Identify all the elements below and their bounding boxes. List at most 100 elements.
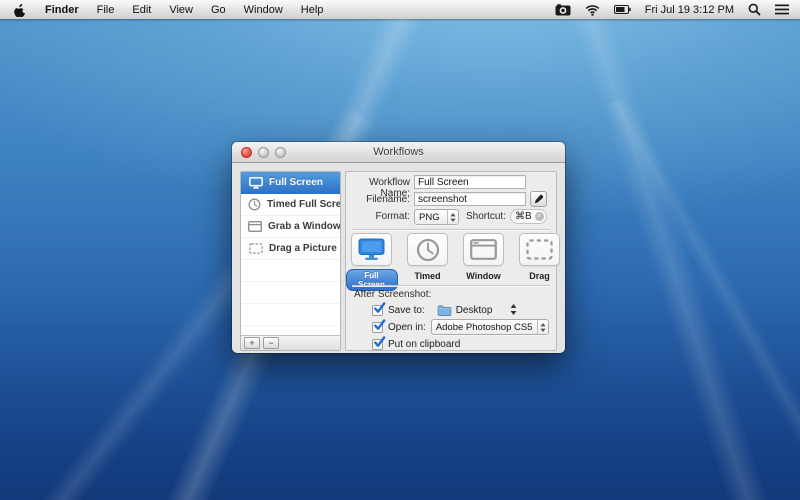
check-icon	[373, 319, 386, 332]
clipboard-checkbox[interactable]	[372, 339, 383, 350]
format-label: Format:	[346, 211, 410, 222]
menu-label: Go	[211, 4, 226, 16]
window-icon	[470, 239, 497, 260]
zoom-button[interactable]	[275, 147, 286, 158]
clock-text: Fri Jul 19 3:12 PM	[645, 4, 734, 16]
sidebar-item-label: Timed Full Screen	[267, 199, 341, 210]
remove-workflow-button[interactable]: −	[263, 337, 279, 349]
shortcut-value: ⌘B	[515, 211, 532, 222]
sidebar-item-label: Grab a Window	[268, 221, 341, 232]
title-bar[interactable]: Workflows	[232, 142, 565, 163]
clipboard-label: Put on clipboard	[388, 339, 460, 350]
shortcut-label: Shortcut:	[442, 211, 506, 222]
filename-token-button[interactable]	[530, 191, 547, 207]
workflow-detail-panel: Workflow Name: Filename: Format: PNG Sho…	[345, 171, 557, 351]
open-in-row: Open in: Adobe Photoshop CS5	[372, 320, 549, 334]
sidebar-item-full-screen[interactable]: Full Screen	[241, 172, 340, 194]
clock-icon	[416, 238, 440, 262]
sidebar-empty-row	[241, 282, 340, 304]
sidebar-item-label: Drag a Picture	[269, 243, 337, 254]
popup-arrows-icon	[537, 320, 548, 334]
menu-label: Help	[301, 4, 324, 16]
menu-label: Finder	[45, 4, 79, 16]
menu-item-help[interactable]: Help	[292, 0, 333, 19]
clock-icon	[248, 198, 261, 211]
check-icon	[373, 336, 386, 349]
mode-label-timed: Timed	[402, 271, 454, 281]
mode-button-timed[interactable]	[407, 233, 448, 266]
menu-label: Window	[244, 4, 283, 16]
sidebar-item-grab-a-window[interactable]: Grab a Window	[241, 216, 340, 238]
display-icon	[248, 176, 263, 189]
wifi-menu-extra[interactable]	[578, 0, 607, 19]
workflow-name-input[interactable]	[414, 175, 526, 189]
open-in-value: Adobe Photoshop CS5	[432, 322, 537, 333]
menu-label: View	[169, 4, 193, 16]
window-icon	[248, 220, 262, 233]
sidebar-empty-row	[241, 304, 340, 326]
menu-list-icon	[775, 4, 789, 15]
selected-mode-pill: Full Screen	[346, 269, 398, 291]
clear-shortcut-icon[interactable]: ×	[535, 212, 544, 221]
add-workflow-button[interactable]: +	[244, 337, 260, 349]
mode-button-window[interactable]	[463, 233, 504, 266]
open-in-checkbox[interactable]	[372, 322, 383, 333]
after-screenshot-heading: After Screenshot:	[354, 289, 431, 300]
clipboard-row: Put on clipboard	[372, 337, 460, 351]
battery-menu-extra[interactable]	[607, 0, 638, 19]
marquee-icon	[248, 242, 263, 255]
desktop: Finder File Edit View Go Window Help	[0, 0, 800, 500]
spotlight-icon	[748, 3, 761, 16]
folder-icon	[437, 305, 452, 316]
menu-item-finder[interactable]: Finder	[36, 0, 88, 19]
open-in-label: Open in:	[388, 322, 426, 333]
battery-icon	[614, 5, 631, 14]
save-to-value: Desktop	[456, 305, 493, 316]
open-in-popup[interactable]: Adobe Photoshop CS5	[431, 319, 549, 335]
menu-bar-clock[interactable]: Fri Jul 19 3:12 PM	[638, 4, 741, 16]
mode-button-full-screen[interactable]	[351, 233, 392, 266]
shortcut-field[interactable]: ⌘B ×	[510, 209, 547, 224]
sidebar-item-label: Full Screen	[269, 177, 323, 188]
save-to-checkbox[interactable]	[372, 305, 383, 316]
display-icon	[358, 238, 385, 261]
minimize-button[interactable]	[258, 147, 269, 158]
mode-label-window: Window	[458, 271, 510, 281]
sidebar-empty-row	[241, 260, 340, 282]
menu-bar: Finder File Edit View Go Window Help	[0, 0, 800, 19]
sidebar-footer: + −	[241, 335, 340, 350]
menu-label: Edit	[132, 4, 151, 16]
wifi-icon	[585, 4, 600, 16]
menu-item-file[interactable]: File	[88, 0, 124, 19]
check-icon	[373, 302, 386, 315]
apple-icon	[14, 3, 26, 17]
separator	[352, 285, 550, 286]
mode-label-full-screen: Full Screen	[346, 269, 398, 291]
spotlight-menu[interactable]	[741, 0, 768, 19]
save-to-popup[interactable]: Desktop	[437, 305, 493, 316]
menu-item-edit[interactable]: Edit	[123, 0, 160, 19]
menu-item-go[interactable]: Go	[202, 0, 235, 19]
sidebar-item-timed-full-screen[interactable]: Timed Full Screen	[241, 194, 340, 216]
save-to-stepper-icon[interactable]	[509, 304, 518, 315]
mode-button-drag[interactable]	[519, 233, 560, 266]
pen-icon	[533, 194, 544, 205]
save-to-label: Save to:	[388, 305, 425, 316]
separator	[352, 229, 550, 230]
filename-label: Filename:	[346, 194, 410, 205]
menu-item-view[interactable]: View	[160, 0, 202, 19]
marquee-icon	[526, 239, 553, 260]
camera-icon	[555, 4, 571, 16]
mode-label-drag: Drag	[514, 271, 566, 281]
camera-menu-extra[interactable]	[548, 0, 578, 19]
workflow-list: Full Screen Timed Full Screen Grab a Win…	[240, 171, 341, 351]
sidebar-item-drag-a-picture[interactable]: Drag a Picture	[241, 238, 340, 260]
workflows-window: Workflows Full Screen Timed Full Screen	[232, 142, 565, 353]
close-button[interactable]	[241, 147, 252, 158]
menu-item-window[interactable]: Window	[235, 0, 292, 19]
user-list-menu[interactable]	[768, 0, 796, 19]
filename-input[interactable]	[414, 192, 526, 206]
apple-menu[interactable]	[10, 0, 36, 19]
save-to-row: Save to: Desktop	[372, 303, 492, 317]
menu-label: File	[97, 4, 115, 16]
